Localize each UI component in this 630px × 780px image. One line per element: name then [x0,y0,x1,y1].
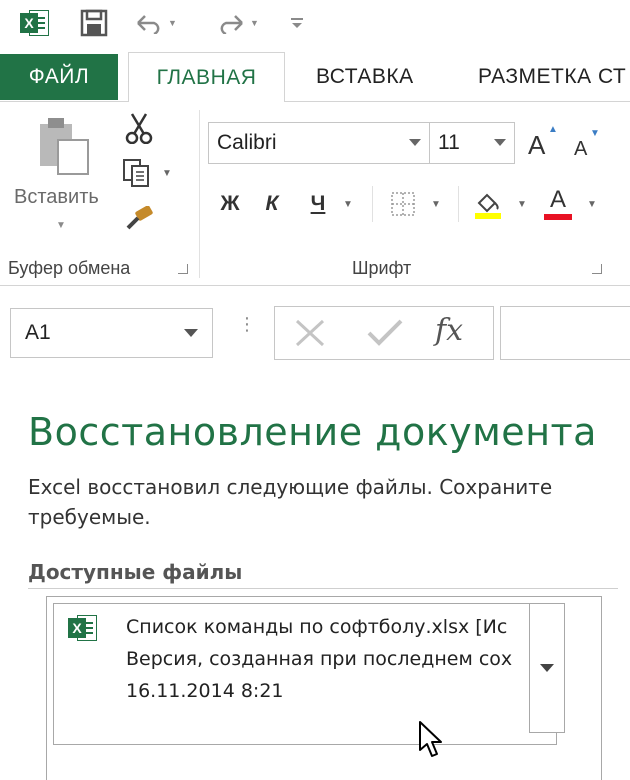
underline-button[interactable]: Ч [302,186,334,222]
enter-icon[interactable] [365,317,405,354]
fill-color-icon[interactable] [470,186,506,222]
chevron-down-icon[interactable]: ▼ [428,186,444,222]
font-name-combo[interactable]: Calibri [208,122,430,164]
pane-title: Восстановление документа [28,410,597,454]
bold-button[interactable]: Ж [214,186,246,222]
font-size-combo[interactable]: 11 [429,122,515,164]
mouse-cursor-icon [418,720,444,765]
file-name: Список команды по софтболу.xlsx [Ис [126,616,508,638]
group-divider [372,186,373,222]
chevron-down-icon[interactable] [494,139,506,146]
copy-icon[interactable]: ▼ [122,158,172,188]
save-icon[interactable] [80,6,108,40]
ribbon-tabs: ФАЙЛ ГЛАВНАЯ ВСТАВКА РАЗМЕТКА СТ [0,48,630,103]
tab-insert[interactable]: ВСТАВКА [316,52,414,102]
group-divider [458,186,459,222]
font-name-value: Calibri [217,131,277,154]
grow-arrow-icon: ▲ [548,124,558,135]
formula-input[interactable] [500,306,630,360]
pane-description: Excel восстановил следующие файлы. Сохра… [28,475,553,529]
chevron-down-icon[interactable]: ▼ [56,220,66,231]
format-painter-icon[interactable] [124,205,154,237]
dialog-launcher-icon[interactable] [178,264,188,274]
excel-icon: X [20,6,50,40]
dialog-launcher-icon[interactable] [592,264,602,274]
formula-buttons: fx [274,306,494,360]
undo-icon[interactable]: ▼ [134,6,177,40]
paste-icon[interactable] [38,116,94,176]
grow-font-button[interactable]: A ▲ [528,124,558,161]
clipboard-group-label: Буфер обмена [8,258,131,278]
font-color-label: A [549,185,566,213]
chevron-down-icon[interactable] [184,329,198,337]
file-date: 16.11.2014 8:21 [126,680,284,702]
customize-qat-icon[interactable] [290,6,304,40]
name-box-value: A1 [25,321,51,344]
font-size-value: 11 [438,131,460,154]
more-icon[interactable]: ⋮ [238,315,256,333]
quick-access-toolbar: X ▼ ▼ [0,0,630,48]
paste-button[interactable]: Вставить [14,186,99,209]
cut-icon[interactable] [124,112,154,149]
font-color-button[interactable]: A [540,186,576,222]
shrink-arrow-icon: ▼ [590,128,600,139]
ribbon-home: Вставить ▼ ▼ Буфер обмена Calibri 11 A▲ [0,102,630,286]
name-box[interactable]: A1 [10,308,213,358]
italic-button[interactable]: К [258,186,286,222]
available-files-title: Доступные файлы [28,560,243,584]
tab-page-layout[interactable]: РАЗМЕТКА СТ [478,52,626,102]
shrink-font-button[interactable]: A ▼ [574,128,600,161]
font-group-label: Шрифт [352,258,412,278]
borders-icon[interactable] [386,186,420,222]
formula-bar: A1 ⋮ fx [0,286,630,380]
cancel-icon[interactable] [293,317,327,354]
document-recovery-pane: Восстановление документа Excel восстанов… [0,380,630,780]
chevron-down-icon[interactable]: ▼ [340,186,356,222]
section-divider [28,588,618,589]
excel-file-icon: X [68,612,98,644]
list-item[interactable]: X Список команды по софтболу.xlsx [Ис Ве… [53,603,557,745]
file-options-dropdown[interactable] [529,603,565,733]
redo-icon[interactable]: ▼ [216,6,259,40]
tab-home[interactable]: ГЛАВНАЯ [128,52,285,103]
file-version: Версия, созданная при последнем сох [126,648,513,670]
group-divider [199,110,200,278]
chevron-down-icon[interactable]: ▼ [514,186,530,222]
tab-file[interactable]: ФАЙЛ [0,54,118,100]
file-list: X Список команды по софтболу.xlsx [Ис Ве… [46,596,602,780]
insert-function-button[interactable]: fx [435,313,463,348]
font-color-swatch [544,213,572,220]
chevron-down-icon [540,664,554,672]
chevron-down-icon[interactable] [409,139,421,146]
grow-font-label: A [528,130,546,160]
shrink-font-label: A [574,138,588,160]
chevron-down-icon[interactable]: ▼ [584,186,600,222]
